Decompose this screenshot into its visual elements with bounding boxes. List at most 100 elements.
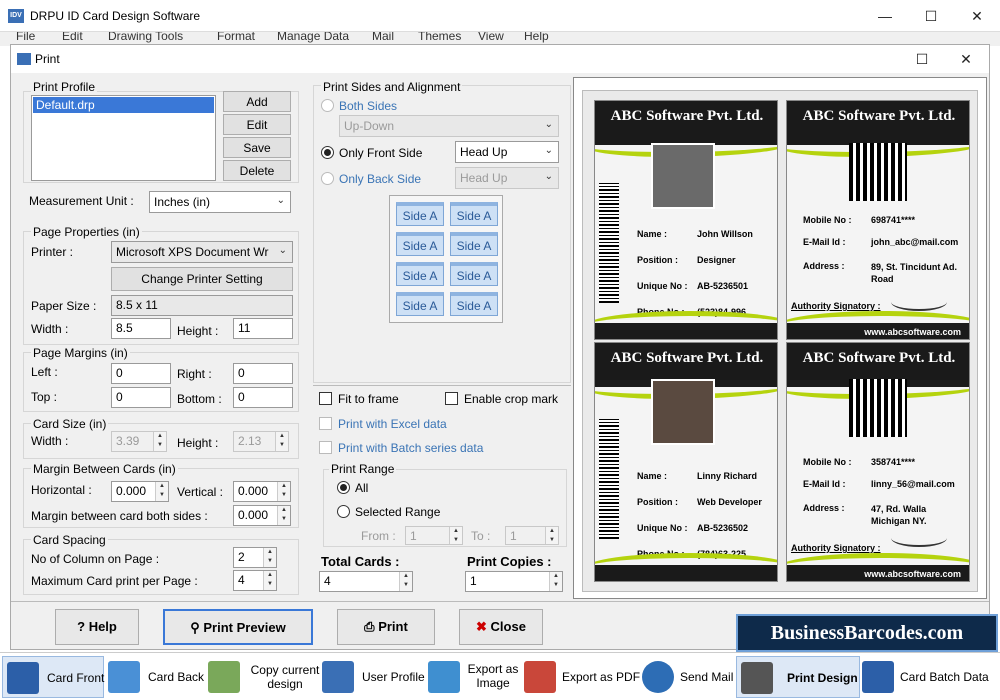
minimize-button[interactable]: — bbox=[862, 4, 908, 28]
chevron-down-icon: ⌄ bbox=[544, 171, 553, 182]
columns-spinner[interactable]: 2 ▲ ▼ bbox=[233, 547, 277, 568]
delete-profile-button[interactable]: Delete bbox=[223, 160, 291, 181]
spinner-icon[interactable]: ▲ ▼ bbox=[263, 548, 276, 567]
help-icon: ? bbox=[77, 619, 89, 634]
menu-item[interactable]: Help bbox=[524, 32, 549, 43]
fit-to-frame-checkbox[interactable] bbox=[319, 392, 332, 405]
range-selected-radio[interactable] bbox=[337, 505, 350, 518]
save-profile-button[interactable]: Save bbox=[223, 137, 291, 158]
close-button[interactable]: ✖ Close bbox=[459, 609, 543, 645]
both-sides-radio[interactable] bbox=[321, 99, 334, 112]
page-properties-label: Page Properties (in) bbox=[31, 225, 142, 239]
spinner-icon[interactable]: ▲ ▼ bbox=[549, 572, 562, 591]
close-window-button[interactable]: ✕ bbox=[954, 4, 1000, 28]
menu-item[interactable]: Drawing Tools bbox=[108, 32, 183, 43]
card-field-label: Mobile No : bbox=[803, 457, 852, 467]
toolbar-item-print-design[interactable]: Print Design bbox=[736, 656, 860, 698]
menu-item[interactable]: Format bbox=[217, 32, 255, 43]
print-preview-button[interactable]: ⚲ Print Preview bbox=[163, 609, 313, 645]
spinner-icon[interactable]: ▲ ▼ bbox=[399, 572, 412, 591]
batch-data-checkbox[interactable] bbox=[319, 441, 332, 454]
toolbar-item-user-profile[interactable]: User Profile bbox=[320, 656, 425, 698]
change-printer-button[interactable]: Change Printer Setting bbox=[111, 267, 293, 291]
excel-data-checkbox[interactable] bbox=[319, 417, 332, 430]
side-cell[interactable]: Side A bbox=[450, 232, 498, 256]
page-margins-label: Page Margins (in) bbox=[31, 346, 130, 360]
back-side-radio[interactable] bbox=[321, 172, 334, 185]
horizontal-margin-spinner[interactable]: 0.000 ▲ ▼ bbox=[111, 481, 169, 502]
max-cards-label: Maximum Card print per Page : bbox=[31, 574, 198, 588]
margin-right-field[interactable]: 0 bbox=[233, 363, 293, 384]
dialog-maximize-button[interactable]: ☐ bbox=[899, 47, 945, 71]
magnifier-icon: ⚲ bbox=[190, 620, 204, 635]
margin-bottom-field[interactable]: 0 bbox=[233, 387, 293, 408]
copy-design-icon bbox=[208, 661, 240, 693]
help-button[interactable]: ? Help bbox=[55, 609, 139, 645]
qr-code-icon bbox=[849, 143, 907, 201]
measurement-select[interactable]: Inches (in) ⌄ bbox=[149, 191, 291, 213]
toolbar-item-export-image[interactable]: Export as Image bbox=[426, 656, 520, 698]
menu-item[interactable]: Themes bbox=[418, 32, 461, 43]
print-copies-spinner[interactable]: 1 ▲ ▼ bbox=[465, 571, 563, 592]
width-label: Width : bbox=[31, 322, 69, 336]
both-sides-margin-spinner[interactable]: 0.000 ▲ ▼ bbox=[233, 505, 291, 526]
send-mail-icon bbox=[642, 661, 674, 693]
vertical-margin-spinner[interactable]: 0.000 ▲ ▼ bbox=[233, 481, 291, 502]
dialog-close-button[interactable]: ✕ bbox=[943, 47, 989, 71]
toolbar-item-card-back[interactable]: Card Back bbox=[106, 656, 204, 698]
margin-left-field[interactable]: 0 bbox=[111, 363, 171, 384]
total-cards-spinner[interactable]: 4 ▲ ▼ bbox=[319, 571, 413, 592]
menu-item[interactable]: View bbox=[478, 32, 504, 43]
vertical-barcode bbox=[599, 183, 619, 303]
close-label: Close bbox=[490, 619, 526, 634]
maximize-button[interactable]: ☐ bbox=[908, 4, 954, 28]
front-side-select[interactable]: Head Up ⌄ bbox=[455, 141, 559, 163]
side-cell[interactable]: Side A bbox=[396, 232, 444, 256]
page-width-field[interactable]: 8.5 bbox=[111, 318, 171, 339]
print-button[interactable]: ⎙ Print bbox=[337, 609, 435, 645]
side-cell[interactable]: Side A bbox=[396, 292, 444, 316]
menu-item[interactable]: Manage Data bbox=[277, 32, 349, 43]
spinner-icon: ▲ ▼ bbox=[545, 527, 558, 544]
crop-mark-checkbox[interactable] bbox=[445, 392, 458, 405]
side-cell[interactable]: Side A bbox=[450, 202, 498, 226]
range-all-radio[interactable] bbox=[337, 481, 350, 494]
front-side-radio[interactable] bbox=[321, 146, 334, 159]
profile-list[interactable]: Default.drp bbox=[31, 95, 216, 181]
printer-select[interactable]: Microsoft XPS Document Wr ⌄ bbox=[111, 241, 293, 263]
spinner-icon[interactable]: ▲ ▼ bbox=[155, 482, 168, 501]
menu-item[interactable]: Edit bbox=[62, 32, 83, 43]
spinner-icon[interactable]: ▲ ▼ bbox=[277, 482, 290, 501]
side-cell[interactable]: Side A bbox=[450, 262, 498, 286]
print-design-icon bbox=[741, 662, 773, 694]
margin-top-field[interactable]: 0 bbox=[111, 387, 171, 408]
menu-item[interactable]: File bbox=[16, 32, 35, 43]
toolbar-item-send-mail[interactable]: Send Mail bbox=[642, 656, 734, 698]
toolbar-item-card-batch[interactable]: Card Batch Data bbox=[862, 656, 998, 698]
max-cards-spinner[interactable]: 4 ▲ ▼ bbox=[233, 570, 277, 591]
toolbar-label: Card Front bbox=[47, 671, 105, 685]
card-batch-icon bbox=[862, 661, 894, 693]
toolbar-item-export-pdf[interactable]: Export as PDF bbox=[522, 656, 640, 698]
dialog-titlebar: Print ☐ ✕ bbox=[11, 45, 989, 73]
menu-item[interactable]: Mail bbox=[372, 32, 394, 43]
both-sides-value: Up-Down bbox=[344, 119, 395, 133]
side-cell[interactable]: Side A bbox=[396, 262, 444, 286]
toolbar-item-card-front[interactable]: Card Front bbox=[2, 656, 104, 698]
edit-profile-button[interactable]: Edit bbox=[223, 114, 291, 135]
spinner-icon[interactable]: ▲ ▼ bbox=[277, 506, 290, 525]
horizontal-label: Horizontal : bbox=[31, 483, 92, 497]
add-profile-button[interactable]: Add bbox=[223, 91, 291, 112]
card-field-label: Unique No : bbox=[637, 523, 688, 533]
paper-size-field[interactable]: 8.5 x 11 bbox=[111, 295, 293, 316]
profile-item[interactable]: Default.drp bbox=[33, 97, 214, 113]
page-height-field[interactable]: 11 bbox=[233, 318, 293, 339]
id-card-back: ABC Software Pvt. Ltd. Mobile No : 35874… bbox=[786, 342, 970, 582]
side-cell[interactable]: Side A bbox=[450, 292, 498, 316]
both-sides-margin-label: Margin between card both sides : bbox=[31, 509, 208, 523]
spinner-icon[interactable]: ▲ ▼ bbox=[263, 571, 276, 590]
card-field-label: Unique No : bbox=[637, 281, 688, 291]
app-title: DRPU ID Card Design Software bbox=[30, 9, 201, 23]
side-cell[interactable]: Side A bbox=[396, 202, 444, 226]
toolbar-item-copy-design[interactable]: Copy current design bbox=[206, 656, 319, 698]
